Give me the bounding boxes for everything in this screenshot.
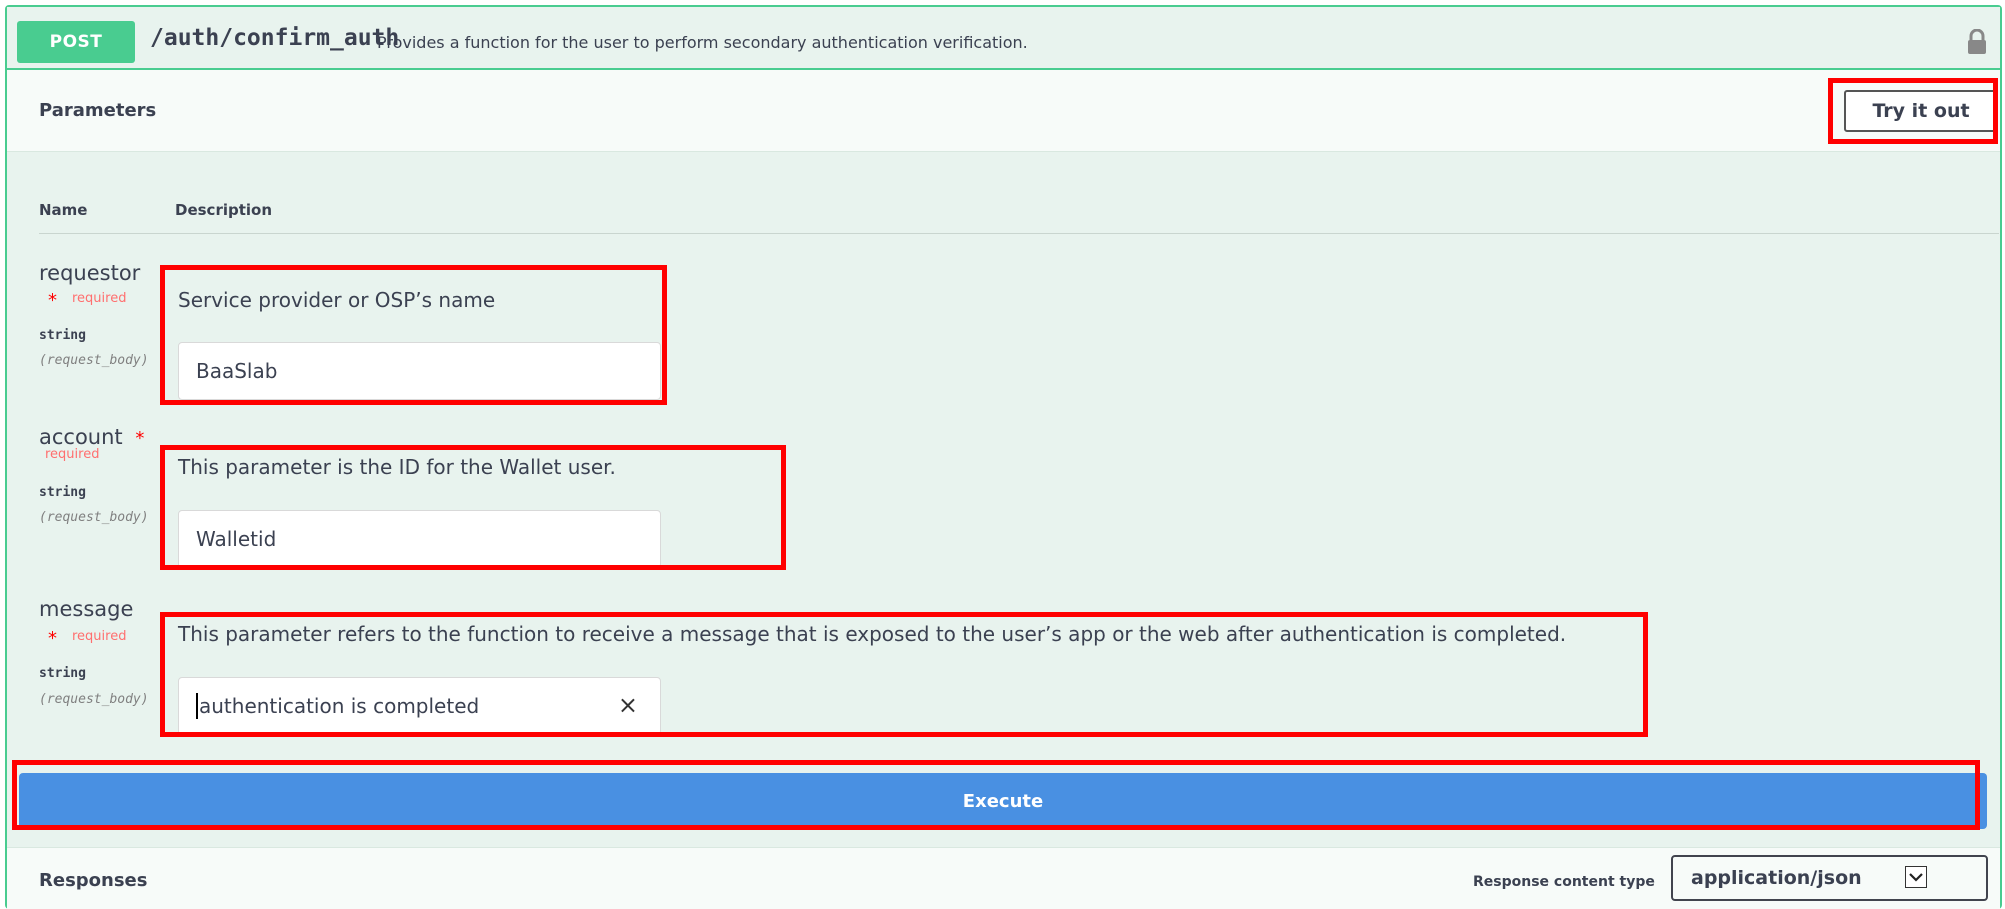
- param-location: (request_body): [39, 510, 149, 525]
- clear-icon[interactable]: ×: [618, 691, 638, 719]
- lock-icon[interactable]: [1966, 29, 1988, 55]
- account-input[interactable]: Walletid: [178, 510, 661, 568]
- chevron-down-icon[interactable]: [1905, 866, 1927, 888]
- method-badge: POST: [17, 21, 135, 63]
- required-star: *: [48, 628, 57, 649]
- endpoint-path: /auth/confirm_auth: [150, 25, 400, 51]
- param-location: (request_body): [39, 692, 149, 707]
- param-description-account: This parameter is the ID for the Wallet …: [178, 455, 616, 479]
- parameters-title: Parameters: [39, 100, 157, 121]
- response-content-type-label: Response content type: [1473, 874, 1655, 890]
- required-label: required: [72, 629, 127, 644]
- header-divider: [39, 233, 1999, 234]
- requestor-input[interactable]: BaaSlab: [178, 342, 661, 400]
- responses-section: Responses Response content type applicat…: [7, 847, 2000, 909]
- text-caret: [196, 693, 198, 719]
- endpoint-description: Provides a function for the user to perf…: [377, 33, 1028, 52]
- operation-summary[interactable]: POST /auth/confirm_auth Provides a funct…: [7, 7, 2000, 70]
- param-type: string: [39, 485, 86, 500]
- responses-title: Responses: [39, 870, 148, 891]
- try-it-out-button[interactable]: Try it out: [1844, 90, 1998, 132]
- response-content-type-select[interactable]: application/json: [1671, 855, 1988, 901]
- param-description-requestor: Service provider or OSP’s name: [178, 288, 496, 312]
- response-content-type-value: application/json: [1691, 867, 1862, 889]
- param-name-message: message: [39, 597, 134, 621]
- requestor-input-value: BaaSlab: [196, 359, 278, 383]
- column-header-name: Name: [39, 201, 88, 219]
- param-type: string: [39, 328, 86, 343]
- execute-button[interactable]: Execute: [19, 773, 1987, 829]
- param-description-message: This parameter refers to the function to…: [178, 622, 1567, 646]
- required-star: *: [48, 290, 57, 311]
- required-label: required: [45, 447, 100, 462]
- param-location: (request_body): [39, 353, 149, 368]
- param-name-account: account *: [39, 425, 145, 449]
- message-input-value: authentication is completed: [199, 694, 480, 718]
- required-star: *: [135, 428, 145, 449]
- param-type: string: [39, 666, 86, 681]
- column-header-description: Description: [175, 201, 273, 219]
- parameters-header: Parameters Try it out: [7, 70, 2000, 152]
- operation-block: POST /auth/confirm_auth Provides a funct…: [5, 5, 2002, 909]
- required-label: required: [72, 291, 127, 306]
- account-input-value: Walletid: [196, 527, 277, 551]
- message-input[interactable]: authentication is completed ×: [178, 677, 661, 735]
- param-name-requestor: requestor: [39, 261, 141, 285]
